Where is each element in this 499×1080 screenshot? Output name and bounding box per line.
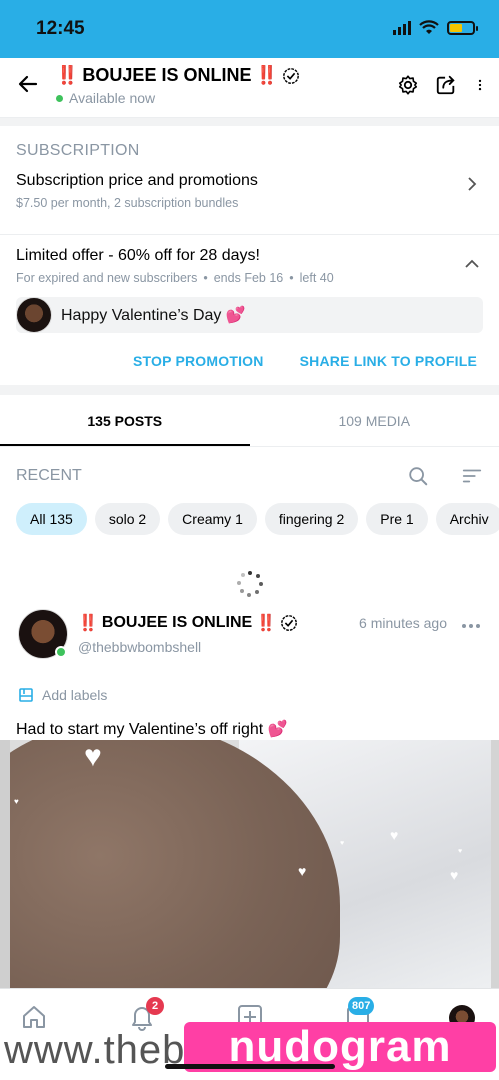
status-icons — [393, 20, 478, 36]
header-actions — [397, 74, 487, 96]
subscription-section-label: SUBSCRIPTION — [16, 142, 140, 159]
post-author-handle[interactable]: @thebbwbombshell — [78, 639, 201, 655]
subscription-price-sub: $7.50 per month, 2 subscription bundles — [16, 196, 239, 210]
verified-icon — [282, 67, 299, 84]
subscription-price-row[interactable]: Subscription price and promotions $7.50 … — [0, 172, 499, 234]
promotion-actions: STOP PROMOTION SHARE LINK TO PROFILE — [0, 333, 499, 385]
share-icon[interactable] — [435, 74, 457, 96]
media-frame-right — [491, 740, 499, 988]
search-icon[interactable] — [407, 465, 429, 487]
messages-badge: 807 — [348, 997, 375, 1015]
chip-all[interactable]: All 135 — [16, 503, 87, 535]
chevron-up-icon[interactable] — [465, 257, 479, 271]
media-frame-left — [0, 740, 10, 988]
more-vertical-icon[interactable] — [473, 74, 487, 96]
promotion-message: Happy Valentine’s Day 💕 — [16, 297, 483, 333]
chip-pre[interactable]: Pre 1 — [366, 503, 428, 535]
verified-icon — [281, 615, 298, 631]
heart-sticker-icon: ♥ — [450, 867, 459, 883]
heart-emoji: 💕 — [225, 307, 246, 324]
sort-icon[interactable] — [461, 465, 483, 487]
home-icon[interactable] — [20, 1003, 48, 1031]
title-suffix: ‼️ — [255, 65, 278, 85]
subscription-price-title: Subscription price and promotions — [16, 172, 258, 189]
post-media[interactable]: ♥ ♥ ♥ ♥ ♥ ♥ ♥ — [0, 740, 499, 988]
label-chips: All 135 solo 2 Creamy 1 fingering 2 Pre … — [0, 503, 499, 559]
promotion-title: Limited offer - 60% off for 28 days! — [16, 247, 260, 264]
post-timestamp: 6 minutes ago — [359, 615, 447, 631]
heart-emoji: 💕 — [267, 721, 288, 738]
promotion-audience: For expired and new subscribers — [16, 271, 198, 285]
stop-promotion-button[interactable]: STOP PROMOTION — [133, 353, 264, 385]
notifications-badge: 2 — [146, 997, 164, 1015]
name-prefix: ‼️ — [78, 615, 98, 632]
chip-creamy[interactable]: Creamy 1 — [168, 503, 257, 535]
status-time: 12:45 — [36, 18, 85, 39]
wifi-icon — [419, 20, 439, 34]
post-author-name[interactable]: ‼️ BOUJEE IS ONLINE ‼️ — [78, 613, 298, 633]
battery-icon — [447, 21, 478, 35]
section-gap — [0, 385, 499, 395]
tab-posts[interactable]: 135 POSTS — [0, 395, 250, 446]
add-labels-text: Add labels — [42, 687, 108, 703]
settings-icon[interactable] — [397, 74, 419, 96]
loading-spinner — [0, 559, 499, 609]
back-arrow-icon[interactable] — [16, 72, 40, 96]
profile-tabs: 135 POSTS 109 MEDIA — [0, 395, 499, 447]
availability-text: Available now — [69, 90, 156, 106]
chip-fingering[interactable]: fingering 2 — [264, 503, 359, 535]
avatar — [16, 297, 52, 333]
home-indicator[interactable] — [165, 1064, 335, 1069]
heart-sticker-icon: ♥ — [84, 740, 102, 773]
more-horizontal-icon[interactable] — [461, 623, 481, 629]
signal-icon — [393, 21, 411, 35]
label-icon — [19, 688, 33, 702]
promotion-left: left 40 — [299, 271, 334, 285]
title-prefix: ‼️ — [56, 65, 79, 85]
name-suffix: ‼️ — [256, 615, 277, 632]
chevron-right-icon — [468, 177, 477, 191]
heart-sticker-icon: ♥ — [298, 863, 307, 879]
profile-header: ‼️ BOUJEE IS ONLINE ‼️ Available now — [0, 58, 499, 118]
heart-sticker-icon: ♥ — [340, 840, 345, 847]
promotion-ends: ends Feb 16 — [213, 271, 284, 285]
chip-solo[interactable]: solo 2 — [94, 503, 161, 535]
name-text: BOUJEE IS ONLINE — [101, 614, 253, 631]
chip-archive[interactable]: Archiv — [435, 503, 499, 535]
online-indicator — [56, 94, 63, 102]
title-name: BOUJEE IS ONLINE — [82, 65, 252, 85]
section-gap — [0, 118, 499, 126]
filter-bar: RECENT — [0, 447, 499, 503]
promotion-message-label: Happy Valentine’s Day — [61, 307, 222, 324]
add-labels-button[interactable]: Add labels — [0, 679, 499, 711]
promotion-meta: For expired and new subscribers • ends Feb… — [16, 271, 334, 285]
share-link-button[interactable]: SHARE LINK TO PROFILE — [300, 353, 477, 385]
watermark-url: www.theb — [4, 1028, 186, 1072]
sort-label[interactable]: RECENT — [16, 467, 82, 485]
tab-media[interactable]: 109 MEDIA — [250, 395, 499, 446]
heart-sticker-icon: ♥ — [458, 848, 463, 855]
heart-sticker-icon: ♥ — [14, 797, 19, 806]
page-title: ‼️ BOUJEE IS ONLINE ‼️ — [56, 65, 300, 86]
promotion-message-text: Happy Valentine’s Day 💕 — [61, 305, 246, 325]
status-bar: 12:45 — [0, 0, 499, 58]
availability-status: Available now — [56, 90, 155, 106]
online-indicator — [55, 646, 67, 658]
post-text-body: Had to start my Valentine’s off right — [16, 721, 264, 738]
promotion-row[interactable]: Limited offer - 60% off for 28 days! For… — [0, 235, 499, 285]
post-header: ‼️ BOUJEE IS ONLINE ‼️ @thebbwbombshell 6 … — [0, 609, 499, 679]
heart-sticker-icon: ♥ — [390, 827, 399, 843]
